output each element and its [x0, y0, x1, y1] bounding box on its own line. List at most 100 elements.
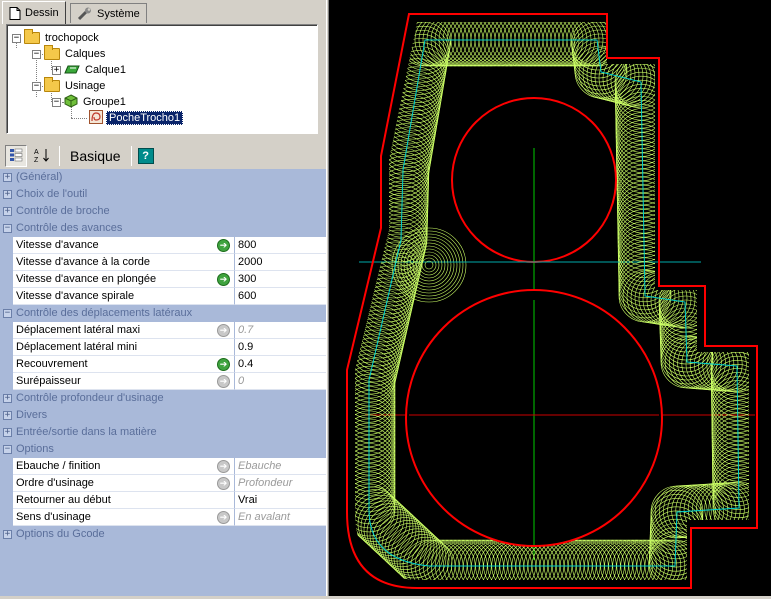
expand-icon[interactable]: + — [52, 65, 61, 75]
prop-row[interactable]: Retourner au début Vrai — [0, 492, 326, 509]
project-tree[interactable]: − trochopock − Calques + Calque1 − Usina… — [6, 24, 318, 134]
tree-node-groupe1[interactable]: − Groupe1 — [52, 93, 128, 110]
tab-bar: Dessin Système — [0, 0, 326, 24]
toolbar-separator — [130, 146, 132, 166]
category-avances[interactable]: − Contrôle des avances — [0, 220, 326, 237]
category-divers[interactable]: + Divers — [0, 407, 326, 424]
arrow-right-icon[interactable]: ➔ — [217, 273, 230, 286]
categorized-button[interactable] — [5, 145, 27, 167]
tab-systeme[interactable]: Système — [70, 3, 147, 23]
expand-icon[interactable]: + — [3, 190, 12, 199]
tree-label-groupe1: Groupe1 — [83, 96, 126, 108]
arrow-left-icon[interactable]: ➔ — [217, 477, 230, 490]
tree-label-poche: PocheTrocho1 — [106, 111, 184, 125]
prop-value[interactable]: Ebauche — [235, 458, 326, 475]
category-broche[interactable]: + Contrôle de broche — [0, 203, 326, 220]
sort-az-icon: AZ — [33, 147, 51, 166]
collapse-icon[interactable]: − — [32, 49, 41, 59]
expand-icon[interactable]: + — [3, 173, 12, 182]
collapse-icon[interactable]: − — [12, 33, 21, 43]
expand-icon[interactable]: + — [3, 428, 12, 437]
prop-value[interactable]: 800 — [235, 237, 326, 254]
prop-name: Ordre d'usinage — [16, 477, 94, 489]
toolpath-spiral — [400, 236, 458, 294]
prop-value[interactable]: 0.4 — [235, 356, 326, 373]
tree-node-usinage[interactable]: − Usinage — [32, 77, 107, 94]
svg-text:Z: Z — [34, 157, 39, 163]
expand-icon[interactable]: + — [3, 207, 12, 216]
prop-value[interactable]: 0 — [235, 373, 326, 390]
arrow-left-icon[interactable]: ➔ — [217, 324, 230, 337]
expand-icon[interactable]: + — [3, 530, 12, 539]
property-grid: + (Général) + Choix de l'outil + Contrôle d… — [0, 169, 326, 596]
prop-name: Vitesse d'avance à la corde — [16, 256, 150, 268]
category-profondeur[interactable]: + Contrôle profondeur d'usinage — [0, 390, 326, 407]
category-outil[interactable]: + Choix de l'outil — [0, 186, 326, 203]
folder-icon — [44, 77, 60, 92]
tree-label-usinage: Usinage — [65, 80, 106, 92]
prop-row[interactable]: Vitesse d'avance en plongée ➔ 300 — [0, 271, 326, 288]
arrow-left-icon[interactable]: ➔ — [217, 460, 230, 473]
toolpath-spiral — [421, 257, 437, 273]
prop-row[interactable]: Ordre d'usinage ➔ Profondeur d'abord — [0, 475, 326, 505]
collapse-icon[interactable]: − — [3, 445, 12, 454]
tab-dessin[interactable]: Dessin — [2, 1, 66, 24]
property-toolbar: AZ Basique ? — [0, 143, 326, 169]
spiral-icon — [89, 109, 103, 127]
toolpath-spiral — [403, 239, 455, 291]
document-icon — [9, 6, 21, 20]
collapse-icon[interactable]: − — [3, 224, 12, 233]
category-options[interactable]: − Options — [0, 441, 326, 458]
prop-name: Surépaisseur — [16, 375, 81, 387]
sort-az-button[interactable]: AZ — [31, 145, 53, 167]
tab-systeme-label: Système — [97, 7, 140, 20]
prop-value[interactable]: En avalant — [235, 509, 326, 526]
arrow-right-icon[interactable]: ➔ — [217, 239, 230, 252]
prop-name: Sens d'usinage — [16, 511, 91, 523]
prop-row[interactable]: Vitesse d'avance ➔ 800 — [0, 237, 326, 254]
tree-node-poche[interactable]: PocheTrocho1 — [89, 109, 184, 127]
tree-node-root[interactable]: − trochopock — [12, 29, 101, 46]
prop-value[interactable]: Vrai — [235, 492, 326, 509]
category-deplacements[interactable]: − Contrôle des déplacements latéraux — [0, 305, 326, 322]
arrow-right-icon[interactable]: ➔ — [217, 358, 230, 371]
prop-row[interactable]: Surépaisseur ➔ 0 — [0, 373, 326, 390]
expand-icon[interactable]: + — [3, 411, 12, 420]
prop-value[interactable]: 300 — [235, 271, 326, 288]
drawing-canvas[interactable] — [329, 0, 771, 596]
prop-value[interactable]: 0.7 — [235, 322, 326, 339]
prop-value[interactable]: Profondeur d'abord — [235, 475, 326, 505]
expand-icon[interactable]: + — [3, 394, 12, 403]
category-entree[interactable]: + Entrée/sortie dans la matière — [0, 424, 326, 441]
basique-button[interactable]: Basique — [66, 148, 125, 164]
tree-label-calques: Calques — [65, 48, 106, 60]
arrow-left-icon[interactable]: ➔ — [217, 375, 230, 388]
tree-node-calques[interactable]: − Calques — [32, 45, 107, 62]
toolbar-separator — [59, 146, 60, 166]
prop-value[interactable]: 0.9 — [235, 339, 326, 356]
prop-row[interactable]: Déplacement latéral mini 0.9 — [0, 339, 326, 356]
prop-row[interactable]: Ebauche / finition ➔ Ebauche — [0, 458, 326, 475]
collapse-icon[interactable]: − — [52, 97, 61, 107]
tree-label-calque1: Calque1 — [85, 64, 126, 76]
prop-row[interactable]: Sens d'usinage ➔ En avalant — [0, 509, 326, 526]
prop-name: Vitesse d'avance — [16, 239, 99, 251]
prop-name: Vitesse d'avance spirale — [16, 290, 135, 302]
prop-value[interactable]: 2000 — [235, 254, 326, 271]
prop-row[interactable]: Vitesse d'avance à la corde 2000 — [0, 254, 326, 271]
tree-node-calque1[interactable]: + Calque1 — [52, 62, 128, 78]
prop-name: Déplacement latéral mini — [16, 341, 138, 353]
collapse-icon[interactable]: − — [32, 81, 41, 91]
help-icon[interactable]: ? — [137, 148, 154, 164]
wrench-icon — [77, 7, 93, 21]
prop-row[interactable]: Déplacement latéral maxi ➔ 0.7 — [0, 322, 326, 339]
prop-row[interactable]: Recouvrement ➔ 0.4 — [0, 356, 326, 373]
category-gcode[interactable]: + Options du Gcode — [0, 526, 326, 543]
prop-value[interactable]: 600 — [235, 288, 326, 305]
prop-row[interactable]: Vitesse d'avance spirale 600 — [0, 288, 326, 305]
category-general[interactable]: + (Général) — [0, 169, 326, 186]
left-panel: Dessin Système − trochopock − Calques + … — [0, 0, 326, 596]
collapse-icon[interactable]: − — [3, 309, 12, 318]
toolpath-spiral — [406, 242, 452, 288]
arrow-left-icon[interactable]: ➔ — [217, 511, 230, 524]
